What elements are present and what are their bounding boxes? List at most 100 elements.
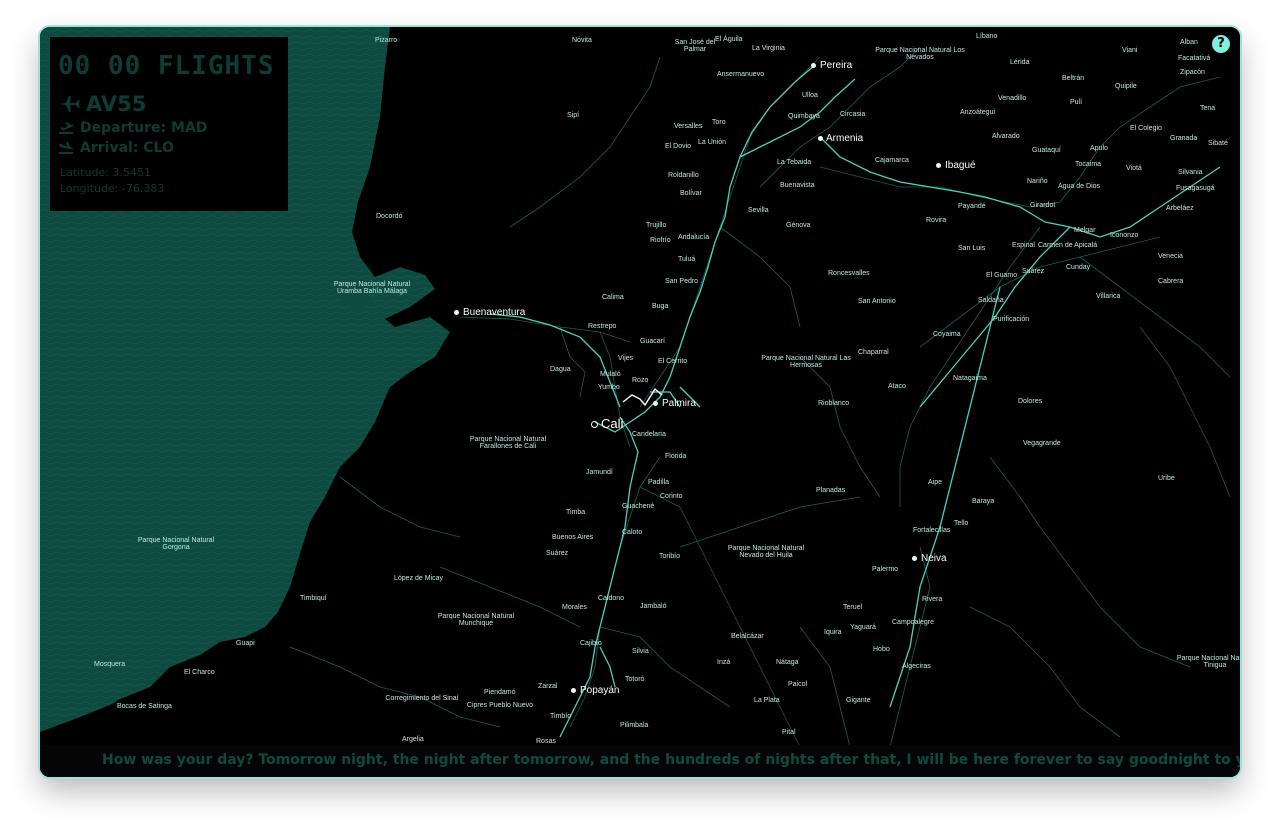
place-label: Guachené: [622, 503, 655, 510]
place-label: Venecia: [1158, 253, 1183, 260]
city-marker: [591, 421, 598, 428]
place-label: Sipí: [567, 112, 580, 119]
place-label: Calima: [602, 294, 624, 301]
place-label: López de Micay: [394, 575, 444, 582]
place-label: Baraya: [972, 498, 995, 505]
city-label-neiva[interactable]: Neiva: [921, 554, 947, 564]
place-label: San Pedro: [665, 278, 699, 285]
place-label: Silvia: [632, 648, 649, 655]
place-label: Cipres Pueblo Nuevo: [466, 702, 534, 709]
place-label: Nariño: [1027, 178, 1048, 185]
place-label: Nóvita: [572, 37, 592, 44]
place-label: Chaparral: [858, 349, 889, 356]
place-label: Espinal: [1012, 242, 1035, 249]
city-label-cali[interactable]: Cali: [601, 417, 623, 430]
place-label: Fortalecillas: [913, 527, 951, 534]
city-label-armenia[interactable]: Armenia: [826, 134, 863, 144]
place-label: La Virginia: [752, 45, 785, 52]
place-label: Viotá: [1126, 165, 1142, 172]
place-label: Circasia: [840, 111, 866, 118]
place-label: Timba: [566, 509, 586, 516]
place-label: Algeciras: [902, 663, 931, 670]
latitude-readout: Latitude: 3.5451: [60, 166, 151, 179]
place-label: Rioblanco: [818, 400, 850, 407]
place-label: Zipacón: [1180, 69, 1205, 76]
place-label: Versalles: [674, 123, 703, 130]
ticker-message: How was your day? Tomorrow night, the ni…: [102, 752, 1240, 768]
place-label: Ulloa: [802, 92, 818, 99]
place-label: Hobo: [873, 646, 890, 653]
place-label: Docordó: [376, 213, 403, 220]
place-label: Yaguará: [850, 624, 876, 631]
place-label: Cunday: [1066, 264, 1091, 271]
place-label: Paicol: [788, 681, 808, 688]
help-icon: ?: [1217, 36, 1225, 51]
place-label: Líbano: [976, 33, 998, 40]
place-label: Corregimiento del Sinaí: [385, 695, 459, 702]
place-label: Inzá: [717, 659, 731, 666]
city-label-pereira[interactable]: Pereira: [820, 61, 852, 71]
place-label: Tello: [954, 520, 969, 527]
city-label-palmira[interactable]: Palmira: [662, 399, 696, 409]
city-marker: [811, 63, 816, 68]
place-label: Pulí: [1070, 99, 1083, 106]
place-label: El Guamo: [986, 272, 1018, 279]
place-label: San Antonio: [858, 298, 896, 305]
place-label: La Unión: [698, 139, 727, 146]
place-label: Villarica: [1096, 293, 1121, 300]
place-label: Belalcázar: [731, 633, 764, 640]
place-label: Mulaló: [600, 371, 621, 378]
place-label: San Luis: [958, 245, 986, 252]
place-label: Rozo: [632, 377, 649, 384]
place-label: Buenos Aires: [552, 534, 594, 541]
place-label: Ataco: [888, 383, 906, 390]
departure-label: Departure: MAD: [80, 120, 208, 136]
place-label: Facatativá: [1178, 55, 1211, 62]
place-label: Bocas de Satinga: [117, 703, 172, 710]
place-label: Gigante: [846, 697, 871, 704]
place-label: Cajamarca: [875, 157, 909, 164]
place-label: Pital: [782, 729, 796, 736]
place-label: Riofrío: [650, 237, 671, 244]
place-label: Yumbo: [598, 384, 620, 391]
place-label: Girardot: [1030, 202, 1056, 209]
place-label: Rosas: [536, 738, 556, 745]
place-label: Quipile: [1115, 83, 1137, 90]
place-label: Beltrán: [1062, 75, 1085, 82]
place-label: Cabrera: [1158, 278, 1184, 285]
flight-info-panel: 00 00 FLIGHTS AV55 Departure: MAD Arriva…: [50, 37, 288, 211]
place-label: Andalucía: [678, 234, 710, 241]
place-label: Tena: [1200, 105, 1216, 112]
city-marker: [571, 688, 576, 693]
place-label: Pilimbala: [620, 722, 649, 729]
place-label: Caloto: [622, 529, 643, 536]
place-label: Totoró: [625, 676, 645, 683]
place-label: Zarzal: [538, 683, 558, 690]
place-label: Toribío: [659, 553, 681, 560]
place-label: Roncesvalles: [828, 270, 870, 277]
arrival-row: Arrival: CLO: [58, 140, 174, 156]
place-label: Padilla: [648, 479, 670, 486]
place-label: Parque Nacional Natural Munchique: [437, 613, 515, 627]
place-label: Aipe: [928, 479, 943, 486]
city-marker: [653, 401, 658, 406]
place-label: Uribe: [1158, 475, 1175, 482]
longitude-readout: Longitude: -76.383: [60, 182, 165, 195]
place-label: Jambaló: [640, 603, 667, 610]
place-label: Buga: [652, 303, 669, 310]
help-button[interactable]: ?: [1212, 35, 1230, 53]
place-label: Apulo: [1090, 145, 1108, 152]
place-label: El Charco: [184, 669, 215, 676]
city-label-buenaventura[interactable]: Buenaventura: [463, 308, 525, 318]
place-label: Génova: [786, 222, 811, 229]
place-label: La Plata: [754, 697, 780, 704]
city-label-ibague[interactable]: Ibagué: [945, 161, 976, 171]
place-label: Silvania: [1178, 169, 1203, 176]
place-label: Icononzo: [1110, 232, 1139, 239]
app-window: Pizarro Nóvita San José del Palmar El Ág…: [40, 27, 1240, 777]
place-label: Venadillo: [998, 95, 1027, 102]
place-label: Dolores: [1018, 398, 1043, 405]
place-label: Planadas: [816, 487, 846, 494]
place-label: Parque Nacional Natural Los Nevados: [875, 47, 965, 61]
city-label-popayan[interactable]: Popayán: [580, 686, 619, 696]
